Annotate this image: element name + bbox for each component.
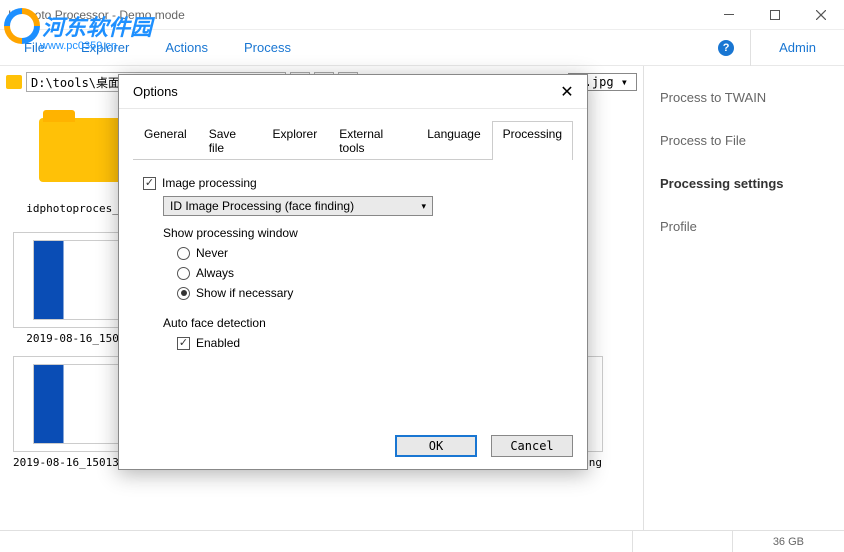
cancel-button[interactable]: Cancel <box>491 435 573 457</box>
menu-actions[interactable]: Actions <box>157 36 216 59</box>
sidebar-process-file[interactable]: Process to File <box>660 133 828 148</box>
minimize-button[interactable] <box>706 0 752 30</box>
folder-icon <box>6 75 22 89</box>
image-processing-label: Image processing <box>162 176 257 190</box>
auto-face-label: Auto face detection <box>163 316 563 330</box>
tab-general[interactable]: General <box>133 121 198 160</box>
radio-never-label: Never <box>196 246 228 260</box>
tab-save-file[interactable]: Save file <box>198 121 262 160</box>
menu-file[interactable]: File <box>16 36 53 59</box>
sidebar-profile[interactable]: Profile <box>660 219 828 234</box>
chevron-down-icon: ▾ <box>421 201 426 212</box>
options-dialog: Options ✕ General Save file Explorer Ext… <box>118 74 588 470</box>
dialog-title: Options <box>133 84 557 99</box>
menu-admin[interactable]: Admin <box>767 40 828 55</box>
processing-mode-dropdown[interactable]: ID Image Processing (face finding) ▾ <box>163 196 433 216</box>
show-window-label: Show processing window <box>163 226 563 240</box>
radio-never[interactable] <box>177 247 190 260</box>
radio-if-necessary[interactable] <box>177 287 190 300</box>
menu-explorer[interactable]: Explorer <box>73 36 137 59</box>
radio-always-label: Always <box>196 266 234 280</box>
radio-always[interactable] <box>177 267 190 280</box>
tab-language[interactable]: Language <box>416 121 491 160</box>
radio-if-necessary-label: Show if necessary <box>196 286 293 300</box>
tab-explorer[interactable]: Explorer <box>262 121 329 160</box>
tab-processing[interactable]: Processing <box>492 121 573 160</box>
close-button[interactable] <box>798 0 844 30</box>
auto-face-enabled-checkbox[interactable] <box>177 337 190 350</box>
image-processing-checkbox[interactable] <box>143 177 156 190</box>
menu-process[interactable]: Process <box>236 36 299 59</box>
tab-external-tools[interactable]: External tools <box>328 121 416 160</box>
ok-button[interactable]: OK <box>395 435 477 457</box>
help-icon[interactable]: ? <box>718 40 734 56</box>
status-empty <box>632 531 732 552</box>
window-title: IDPhoto Processor - Demo mode <box>8 8 706 22</box>
folder-icon <box>39 118 127 182</box>
dialog-close-button[interactable]: ✕ <box>557 82 577 102</box>
sidebar-processing-settings[interactable]: Processing settings <box>660 176 828 191</box>
maximize-button[interactable] <box>752 0 798 30</box>
sidebar-process-twain[interactable]: Process to TWAIN <box>660 90 828 105</box>
status-disk: 36 GB <box>732 531 844 552</box>
auto-face-enabled-label: Enabled <box>196 336 240 350</box>
separator <box>750 30 751 66</box>
